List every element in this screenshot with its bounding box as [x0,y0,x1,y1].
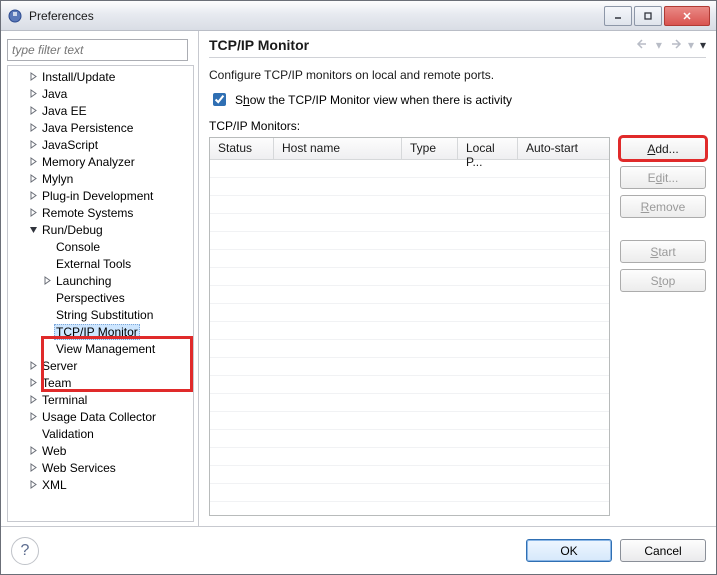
dialog-footer: ? OK Cancel [1,526,716,574]
tree-item-web-services[interactable]: Web Services [8,459,193,476]
expand-icon[interactable] [26,87,40,101]
tree-item-tcpip-monitor[interactable]: TCP/IP Monitor [8,323,193,340]
expand-icon[interactable] [26,461,40,475]
tree-item-view-management[interactable]: View Management [8,340,193,357]
minimize-button[interactable] [604,6,632,26]
tree-item-java-ee[interactable]: Java EE [8,102,193,119]
expand-icon[interactable] [26,189,40,203]
tree-item-mylyn[interactable]: Mylyn [8,170,193,187]
tree-item-terminal[interactable]: Terminal [8,391,193,408]
tree-item-remote-systems[interactable]: Remote Systems [8,204,193,221]
col-local-port[interactable]: Local P... [458,138,518,159]
tree-item-server[interactable]: Server [8,357,193,374]
expand-icon[interactable] [26,172,40,186]
cancel-button[interactable]: Cancel [620,539,706,562]
expand-icon[interactable] [26,138,40,152]
window-title: Preferences [29,9,602,23]
ok-button[interactable]: OK [526,539,612,562]
expand-icon[interactable] [40,274,54,288]
tree-item-run-debug[interactable]: Run/Debug [8,221,193,238]
collapse-icon[interactable] [26,223,40,237]
edit-button[interactable]: Edit... [620,166,706,189]
show-view-label[interactable]: Show the TCP/IP Monitor view when there … [235,93,512,107]
col-status[interactable]: Status [210,138,274,159]
expand-icon[interactable] [26,376,40,390]
forward-icon[interactable] [668,38,682,53]
tree-item-javascript[interactable]: JavaScript [8,136,193,153]
back-icon[interactable] [636,38,650,53]
tree-item-string-substitution[interactable]: String Substitution [8,306,193,323]
add-button[interactable]: Add... [620,137,706,160]
monitors-label: TCP/IP Monitors: [209,119,706,133]
tree-item-memory-analyzer[interactable]: Memory Analyzer [8,153,193,170]
close-button[interactable] [664,6,710,26]
tree-item-perspectives[interactable]: Perspectives [8,289,193,306]
main-panel: TCP/IP Monitor ▾ ▾ ▾ Configure TCP/IP mo… [199,31,716,526]
tree-item-usage-data[interactable]: Usage Data Collector [8,408,193,425]
preferences-tree[interactable]: Install/Update Java Java EE Java Persist… [8,66,193,521]
expand-icon[interactable] [26,478,40,492]
app-icon [7,8,23,24]
expand-icon[interactable] [26,359,40,373]
tree-item-java-persistence[interactable]: Java Persistence [8,119,193,136]
maximize-button[interactable] [634,6,662,26]
page-title: TCP/IP Monitor [209,37,636,53]
tree-item-launching[interactable]: Launching [8,272,193,289]
tree-item-external-tools[interactable]: External Tools [8,255,193,272]
monitors-table[interactable]: Status Host name Type Local P... Auto-st… [209,137,610,516]
expand-icon[interactable] [26,121,40,135]
tree-item-console[interactable]: Console [8,238,193,255]
tree-item-xml[interactable]: XML [8,476,193,493]
help-icon[interactable]: ? [11,537,39,565]
expand-icon[interactable] [26,393,40,407]
tree-item-install-update[interactable]: Install/Update [8,68,193,85]
expand-icon[interactable] [26,206,40,220]
tree-item-plugin-dev[interactable]: Plug-in Development [8,187,193,204]
expand-icon[interactable] [26,70,40,84]
monitors-grid [210,160,609,515]
expand-icon[interactable] [26,444,40,458]
expand-icon[interactable] [26,104,40,118]
tree-item-java[interactable]: Java [8,85,193,102]
sidebar: Install/Update Java Java EE Java Persist… [1,31,199,526]
col-host[interactable]: Host name [274,138,402,159]
start-button[interactable]: Start [620,240,706,263]
remove-button[interactable]: Remove [620,195,706,218]
expand-icon[interactable] [26,155,40,169]
tree-item-web[interactable]: Web [8,442,193,459]
expand-icon[interactable] [26,410,40,424]
tree-item-team[interactable]: Team [8,374,193,391]
stop-button[interactable]: Stop [620,269,706,292]
tree-item-validation[interactable]: Validation [8,425,193,442]
page-description: Configure TCP/IP monitors on local and r… [209,68,706,82]
title-bar: Preferences [1,1,716,31]
col-auto-start[interactable]: Auto-start [518,138,609,159]
menu-icon[interactable]: ▾ [700,38,706,52]
filter-input[interactable] [7,39,188,61]
col-type[interactable]: Type [402,138,458,159]
show-view-checkbox[interactable] [213,93,226,106]
